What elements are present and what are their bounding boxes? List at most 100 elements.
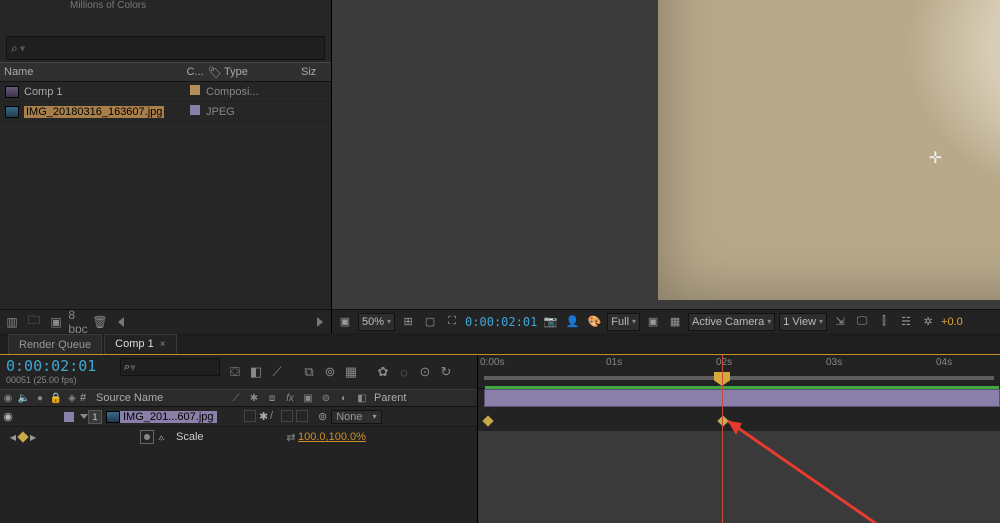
col-comment[interactable]: C... bbox=[184, 66, 206, 78]
project-hscroll[interactable] bbox=[114, 317, 327, 327]
tag-icon[interactable]: 🏷 bbox=[206, 66, 224, 79]
expression-toggle-icon[interactable]: ⟑ bbox=[158, 431, 170, 444]
label-swatch[interactable] bbox=[190, 105, 200, 115]
property-value[interactable]: 100.0,100.0% bbox=[298, 431, 366, 443]
scroll-left-icon[interactable] bbox=[118, 317, 124, 327]
zoom-dropdown[interactable]: 50%▾ bbox=[358, 313, 395, 331]
col-name[interactable]: Name bbox=[4, 66, 184, 78]
project-item-image[interactable]: IMG_20180316_163607.jpg JPEG bbox=[0, 102, 331, 122]
layer-name[interactable]: IMG_201...607.jpg bbox=[120, 411, 240, 423]
twirl-down-icon[interactable] bbox=[80, 414, 88, 419]
new-comp-icon[interactable]: ▣ bbox=[48, 314, 64, 330]
close-tab-icon[interactable]: × bbox=[160, 339, 166, 350]
label-column-icon[interactable]: ◈ bbox=[64, 393, 80, 404]
views-dropdown[interactable]: 1 View▾ bbox=[779, 313, 827, 331]
speaker-column-icon[interactable]: 🔈 bbox=[16, 393, 32, 404]
camera-dropdown[interactable]: Active Camera▾ bbox=[688, 313, 775, 331]
anchor-point-icon: ✛ bbox=[929, 148, 942, 168]
lock-column-icon[interactable]: 🔒 bbox=[48, 393, 64, 404]
project-items-list[interactable]: Comp 1 Composi... IMG_20180316_163607.jp… bbox=[0, 82, 331, 309]
viewer-footer: ▣ 50%▾ ⊞ ▢ ⛶ 0:00:02:01 📷 👤 🎨 Full▾ ▣ ▦ … bbox=[332, 309, 1000, 333]
keyframe-diamond-icon[interactable] bbox=[17, 431, 28, 442]
solo-column-icon[interactable]: ● bbox=[32, 393, 48, 404]
eye-toggle[interactable]: ◉ bbox=[0, 410, 16, 423]
scroll-right-icon[interactable] bbox=[317, 317, 323, 327]
stopwatch-icon[interactable] bbox=[140, 430, 154, 444]
time-ruler[interactable]: 0:00s 01s 02s 03s 04s bbox=[478, 355, 1000, 389]
timeline-icon[interactable]: ☵ bbox=[897, 313, 915, 331]
layer-label-swatch[interactable] bbox=[64, 412, 74, 422]
timeline-timecode[interactable]: 0:00:02:01 00051 (25.00 fps) bbox=[0, 355, 120, 389]
pickwhip-icon[interactable]: ⊚ bbox=[318, 410, 327, 423]
keyframe-icon[interactable] bbox=[482, 415, 493, 426]
live-update-icon[interactable]: ↻ bbox=[437, 363, 455, 381]
pixel-grid-icon[interactable]: ▦ bbox=[666, 313, 684, 331]
fast-preview-icon[interactable]: ⫿ bbox=[875, 313, 893, 331]
current-time-indicator[interactable] bbox=[722, 355, 723, 523]
interpret-footage-icon[interactable]: ▥ bbox=[4, 314, 20, 330]
label-swatch[interactable] bbox=[190, 85, 200, 95]
work-area-bar[interactable] bbox=[484, 376, 994, 380]
timeline-tools: ⛋ ◧ ⟋ ⧉ ⊚ ▦ ✿ ◌ ⊙ ↻ bbox=[220, 355, 477, 389]
tab-comp[interactable]: Comp 1× bbox=[104, 334, 176, 354]
roi-icon[interactable]: ⛶ bbox=[443, 313, 461, 331]
auto-keyframe-icon[interactable]: ◌ bbox=[395, 363, 413, 381]
property-row-scale[interactable]: ◀▶ ⟑ Scale ⇄ 100.0,100.0% bbox=[0, 427, 477, 447]
col-type[interactable]: Type bbox=[224, 66, 301, 78]
project-search[interactable]: ⌕ ▾ bbox=[6, 36, 325, 60]
transparency-grid-icon[interactable]: ▣ bbox=[644, 313, 662, 331]
image-icon bbox=[106, 411, 120, 423]
trash-icon[interactable]: 🗑 bbox=[92, 314, 108, 330]
project-item-info: Millions of Colors bbox=[0, 0, 331, 30]
parent-dropdown[interactable]: None▾ bbox=[331, 410, 381, 424]
switch-shy-icon[interactable]: ⟋ bbox=[228, 393, 244, 404]
keyframe-track[interactable] bbox=[478, 411, 1000, 431]
tab-render-queue[interactable]: Render Queue bbox=[8, 334, 102, 354]
share-view-icon[interactable]: ⇲ bbox=[831, 313, 849, 331]
bpc-button[interactable]: 8 bpc bbox=[70, 314, 86, 330]
viewer-canvas[interactable]: ✛ bbox=[332, 0, 1000, 309]
snapshot-icon[interactable]: 📷 bbox=[541, 313, 559, 331]
flowchart-icon[interactable]: ✲ bbox=[919, 313, 937, 331]
timeline-search[interactable]: ⌕▾ bbox=[120, 358, 220, 376]
exposure-button[interactable]: +0.0 bbox=[941, 313, 963, 331]
color-mgmt-icon[interactable]: 🎨 bbox=[585, 313, 603, 331]
constrain-proportions-icon[interactable]: ⇄ bbox=[284, 431, 298, 444]
switch-shy[interactable] bbox=[244, 410, 256, 422]
property-name: Scale bbox=[174, 431, 284, 443]
search-icon: ⌕ bbox=[11, 41, 18, 56]
timeline-tabs: Render Queue Comp 1× bbox=[0, 333, 1000, 355]
col-size[interactable]: Siz bbox=[301, 66, 327, 78]
comp-mini-flowchart-icon[interactable]: ⛋ bbox=[226, 363, 244, 381]
keyframe-navigator[interactable]: ◀▶ bbox=[0, 433, 46, 442]
number-column[interactable]: # bbox=[80, 392, 94, 404]
layer-duration-bar[interactable] bbox=[484, 389, 1000, 407]
project-panel: Millions of Colors ⌕ ▾ Name C... 🏷 Type … bbox=[0, 0, 332, 333]
mask-toggle-icon[interactable]: ▢ bbox=[421, 313, 439, 331]
always-preview-icon[interactable]: ▣ bbox=[336, 313, 354, 331]
preview-image bbox=[658, 0, 1000, 300]
new-folder-icon[interactable]: 🗀 bbox=[26, 314, 42, 330]
parent-column[interactable]: Parent bbox=[374, 392, 418, 404]
brainstorm-icon[interactable]: ✿ bbox=[374, 363, 392, 381]
project-columns-header[interactable]: Name C... 🏷 Type Siz bbox=[0, 62, 331, 82]
resolution-dropdown[interactable]: Full▾ bbox=[607, 313, 640, 331]
grid-icon[interactable]: ⊞ bbox=[399, 313, 417, 331]
frame-blend-icon[interactable]: ⧉ bbox=[300, 363, 318, 381]
viewer-timecode[interactable]: 0:00:02:01 bbox=[465, 313, 537, 331]
shy-icon[interactable]: ⟋ bbox=[268, 363, 286, 381]
project-item-comp[interactable]: Comp 1 Composi... bbox=[0, 82, 331, 102]
monitor-icon[interactable]: 🖵 bbox=[853, 313, 871, 331]
timeline-columns-header: ◉ 🔈 ● 🔒 ◈ # Source Name ⟋ ✱⧈ fx ▣⊚ ◐◧ Pa… bbox=[0, 389, 477, 407]
layer-row[interactable]: ◉ 1 IMG_201...607.jpg ✱ / ⊚ None▾ bbox=[0, 407, 477, 427]
graph-editor-icon[interactable]: ▦ bbox=[342, 363, 360, 381]
timeline-track-area[interactable]: 0:00s 01s 02s 03s 04s bbox=[478, 355, 1000, 523]
source-name-column[interactable]: Source Name bbox=[94, 392, 224, 404]
motion-blur-icon[interactable]: ⊚ bbox=[321, 363, 339, 381]
snap-icon[interactable]: ⊙ bbox=[416, 363, 434, 381]
composition-viewer: ✛ ▣ 50%▾ ⊞ ▢ ⛶ 0:00:02:01 📷 👤 🎨 Full▾ ▣ … bbox=[332, 0, 1000, 333]
keyframe-icon[interactable] bbox=[717, 415, 728, 426]
draft3d-icon[interactable]: ◧ bbox=[247, 363, 265, 381]
eye-column-icon[interactable]: ◉ bbox=[0, 393, 16, 404]
show-channel-icon[interactable]: 👤 bbox=[563, 313, 581, 331]
